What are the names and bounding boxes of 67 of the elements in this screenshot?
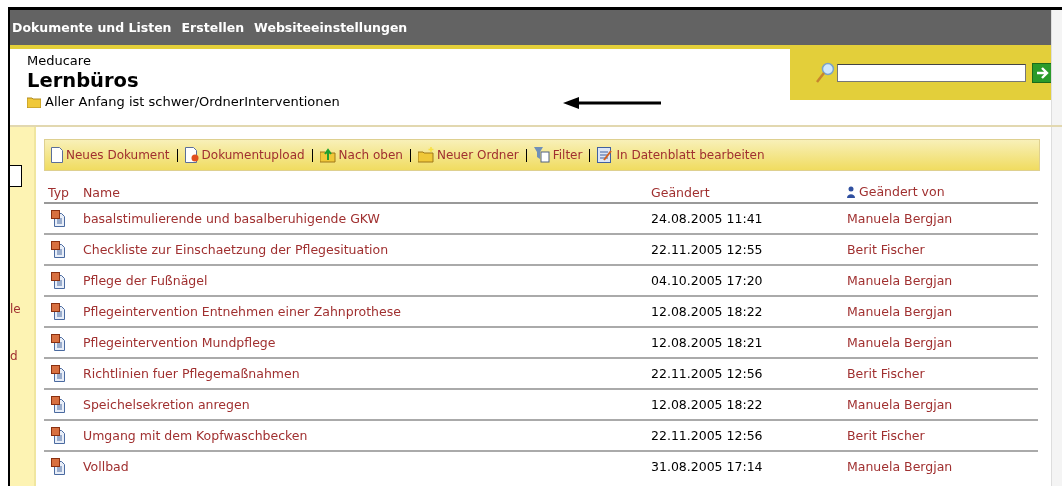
go-button[interactable] [1032, 62, 1052, 83]
folder-icon [27, 95, 41, 108]
search-icon [815, 61, 835, 84]
document-icon [51, 426, 65, 444]
site-name[interactable]: Meducare [27, 53, 340, 68]
breadcrumb: Aller Anfang ist schwer/OrdnerInterventionen [45, 94, 340, 109]
search-field[interactable] [836, 63, 1027, 82]
modified-date: 22.11.2005 12:56 [651, 365, 763, 381]
modified-date: 12.08.2005 18:22 [651, 396, 763, 412]
arrow-icon [1035, 65, 1050, 80]
input-field[interactable] [10, 165, 22, 187]
filter-icon [533, 147, 550, 163]
modified-date: 24.08.2005 11:41 [651, 210, 763, 226]
document-link[interactable]: Umgang mit dem Kopfwaschbecken [83, 427, 308, 443]
document-icon [51, 271, 65, 289]
column-header[interactable]: Typ [44, 184, 83, 203]
nav-link[interactable]: Erstellen [181, 20, 245, 35]
document-icon [51, 209, 65, 227]
page-icon [184, 147, 199, 163]
user-link[interactable]: Manuela Bergjan [847, 458, 953, 474]
folder-icon [417, 147, 434, 163]
document-icon [51, 457, 65, 475]
toolbar-button[interactable]: Dokumentupload [184, 147, 305, 163]
toolbar-button[interactable]: Nach oben [319, 147, 403, 163]
document-link[interactable]: Pflegeintervention Entnehmen einer Zahnprothese [83, 303, 401, 319]
document-icon [51, 395, 65, 413]
column-header[interactable]: Name [83, 184, 651, 203]
modified-date: 04.10.2005 17:20 [651, 272, 763, 288]
nav-link[interactable]: Websiteeinstellungen [254, 20, 408, 35]
user-link[interactable]: Manuela Bergjan [847, 396, 953, 412]
user-link[interactable]: Manuela Bergjan [847, 334, 953, 350]
column-header[interactable]: Geändert [651, 184, 847, 203]
page-title: Lernbüros [27, 68, 140, 94]
document-link[interactable]: Speichelsekretion anregen [83, 396, 250, 412]
document-link[interactable]: Pflegeintervention Mundpflege [83, 334, 276, 350]
modified-date: 12.08.2005 18:21 [651, 334, 763, 350]
toolbar-button[interactable]: Filter [533, 147, 583, 163]
modified-date: 31.08.2005 17:14 [651, 458, 763, 474]
user-link[interactable]: Manuela Bergjan [847, 272, 953, 288]
modified-date: 22.11.2005 12:56 [651, 427, 763, 443]
person-icon [847, 185, 855, 198]
document-icon [51, 364, 65, 382]
user-link[interactable]: Manuela Bergjan [847, 303, 953, 319]
user-link[interactable]: Berit Fischer [847, 427, 925, 443]
sidebar-link[interactable]: d [10, 349, 18, 363]
user-link[interactable]: Berit Fischer [847, 241, 925, 257]
document-icon [51, 302, 65, 320]
user-link[interactable]: Berit Fischer [847, 365, 925, 381]
document-link[interactable]: Pflege der Fußnägel [83, 272, 208, 288]
toolbar-button[interactable]: Neuer Ordner [417, 147, 519, 163]
nav-link[interactable]: Dokumente und Listen [12, 20, 172, 35]
toolbar-button[interactable]: In Datenblatt bearbeiten [597, 147, 765, 163]
folder-icon [319, 147, 336, 163]
document-link[interactable]: Richtlinien fuer Pflegemaßnahmen [83, 365, 300, 381]
modified-date: 12.08.2005 18:22 [651, 303, 763, 319]
document-link[interactable]: basalstimulierende und basalberuhigende GKW [83, 210, 380, 226]
sidebar-link[interactable]: le [10, 302, 21, 316]
document-icon [51, 333, 65, 351]
document-icon [51, 240, 65, 258]
datasheet-icon [597, 147, 614, 163]
user-link[interactable]: Manuela Bergjan [847, 210, 953, 226]
page-icon [51, 147, 63, 163]
document-link[interactable]: Vollbad [83, 458, 129, 474]
column-header[interactable]: Geändert von [859, 184, 945, 199]
toolbar-button[interactable]: Neues Dokument [51, 147, 170, 163]
document-link[interactable]: Checkliste zur Einschaetzung der Pflegesituation [83, 241, 389, 257]
modified-date: 22.11.2005 12:55 [651, 241, 763, 257]
